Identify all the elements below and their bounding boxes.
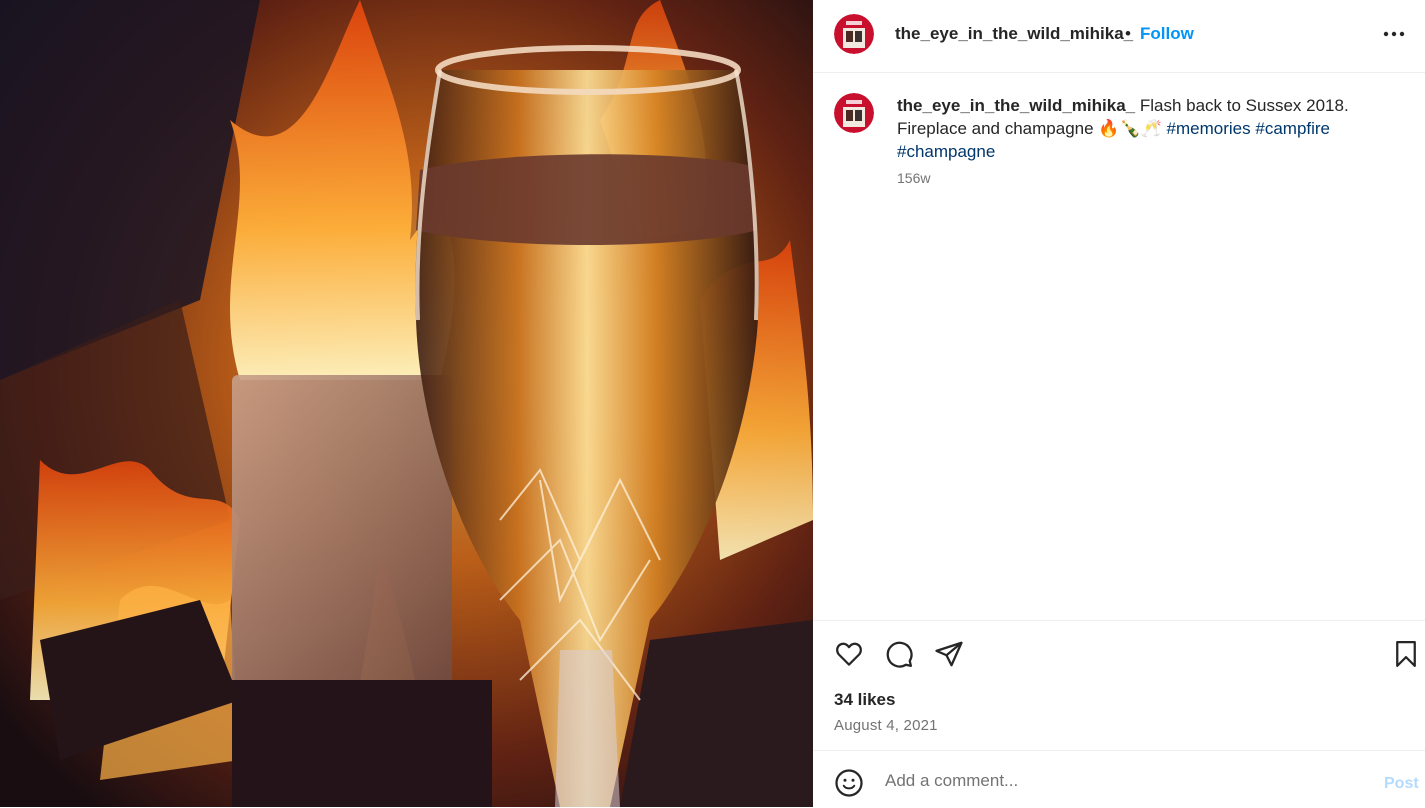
likes-count[interactable]: 34 likes [834, 690, 895, 710]
post-image[interactable] [0, 0, 813, 807]
avatar[interactable] [834, 14, 874, 54]
share-icon[interactable] [934, 639, 964, 669]
follow-button[interactable]: Follow [1140, 24, 1194, 44]
post-details-panel: the_eye_in_the_wild_mihika_ • Follow the… [813, 0, 1425, 807]
username-link[interactable]: the_eye_in_the_wild_mihika_ [895, 24, 1133, 44]
comment-input[interactable] [883, 764, 1367, 798]
champagne-fire-photo [0, 0, 813, 807]
separator-dot: • [1125, 24, 1131, 43]
caption-emojis: 🔥🍾🥂 [1098, 119, 1162, 138]
comment-icon[interactable] [884, 639, 914, 669]
avatar[interactable] [834, 93, 874, 133]
post-date[interactable]: August 4, 2021 [834, 717, 938, 734]
emoji-icon[interactable] [834, 768, 864, 798]
caption-username[interactable]: the_eye_in_the_wild_mihika_ [897, 96, 1135, 115]
hashtag-champagne[interactable]: #champagne [897, 142, 995, 161]
hashtag-campfire[interactable]: #campfire [1255, 119, 1330, 138]
comment-bar: Post [813, 750, 1425, 808]
caption-timestamp[interactable]: 156w [897, 170, 930, 186]
post-actions: 34 likes August 4, 2021 [813, 620, 1425, 751]
post-header: the_eye_in_the_wild_mihika_ • Follow [813, 0, 1425, 73]
heart-icon[interactable] [834, 639, 864, 669]
more-horizontal-icon[interactable] [1381, 22, 1407, 46]
caption-text: the_eye_in_the_wild_mihika_ Flash back t… [897, 94, 1397, 163]
post-comment-button[interactable]: Post [1384, 775, 1419, 793]
bookmark-icon[interactable] [1391, 639, 1421, 669]
hashtag-memories[interactable]: #memories [1167, 119, 1251, 138]
